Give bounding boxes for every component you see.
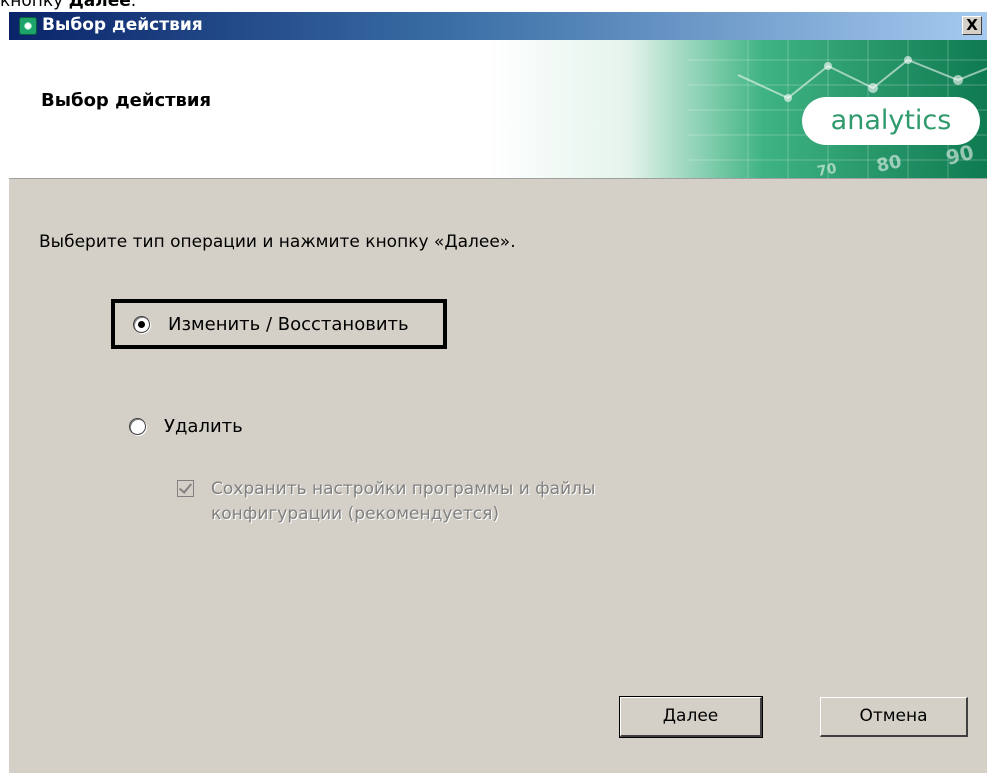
keep-settings-line-1: Сохранить настройки программы и файлы (211, 479, 596, 499)
option-modify-restore[interactable]: Изменить / Восстановить (111, 299, 447, 349)
caption-text: кнопку (0, 0, 69, 11)
wizard-header: Выбор действия 80 90 70 analytics (9, 40, 987, 179)
close-button[interactable]: X (962, 16, 982, 35)
close-icon: X (966, 16, 978, 34)
next-button[interactable]: Далее (619, 696, 763, 738)
radio-modify-restore[interactable] (133, 315, 150, 333)
page-title: Выбор действия (41, 90, 212, 111)
option-delete-label: Удалить (164, 415, 243, 437)
caption-bold-text: Далее (68, 0, 131, 11)
keep-settings-checkbox (177, 480, 194, 497)
dialog-window: Выбор действия X Выбор действия 80 90 70… (8, 12, 987, 773)
cancel-button[interactable]: Отмена (820, 697, 968, 737)
caption-suffix: . (130, 0, 137, 11)
instruction-text: Выберите тип операции и нажмите кнопку «… (39, 232, 516, 252)
keep-settings-label: Сохранить настройки программы и файлы ко… (211, 477, 595, 527)
analytics-logo: analytics (802, 97, 980, 145)
window-title: Выбор действия (42, 15, 203, 35)
radio-delete[interactable] (129, 417, 146, 435)
banner-number-70: 70 (816, 161, 838, 178)
keep-settings-option: Сохранить настройки программы и файлы ко… (177, 477, 595, 527)
option-modify-label: Изменить / Восстановить (168, 313, 409, 335)
title-bar[interactable]: Выбор действия X (9, 12, 987, 40)
option-delete[interactable]: Удалить (129, 414, 243, 438)
app-icon (19, 17, 37, 35)
keep-settings-line-2: конфигурации (рекомендуется) (211, 504, 499, 524)
brand-banner: 80 90 70 analytics (488, 40, 987, 178)
page-caption: кнопку Далее. (0, 0, 136, 11)
